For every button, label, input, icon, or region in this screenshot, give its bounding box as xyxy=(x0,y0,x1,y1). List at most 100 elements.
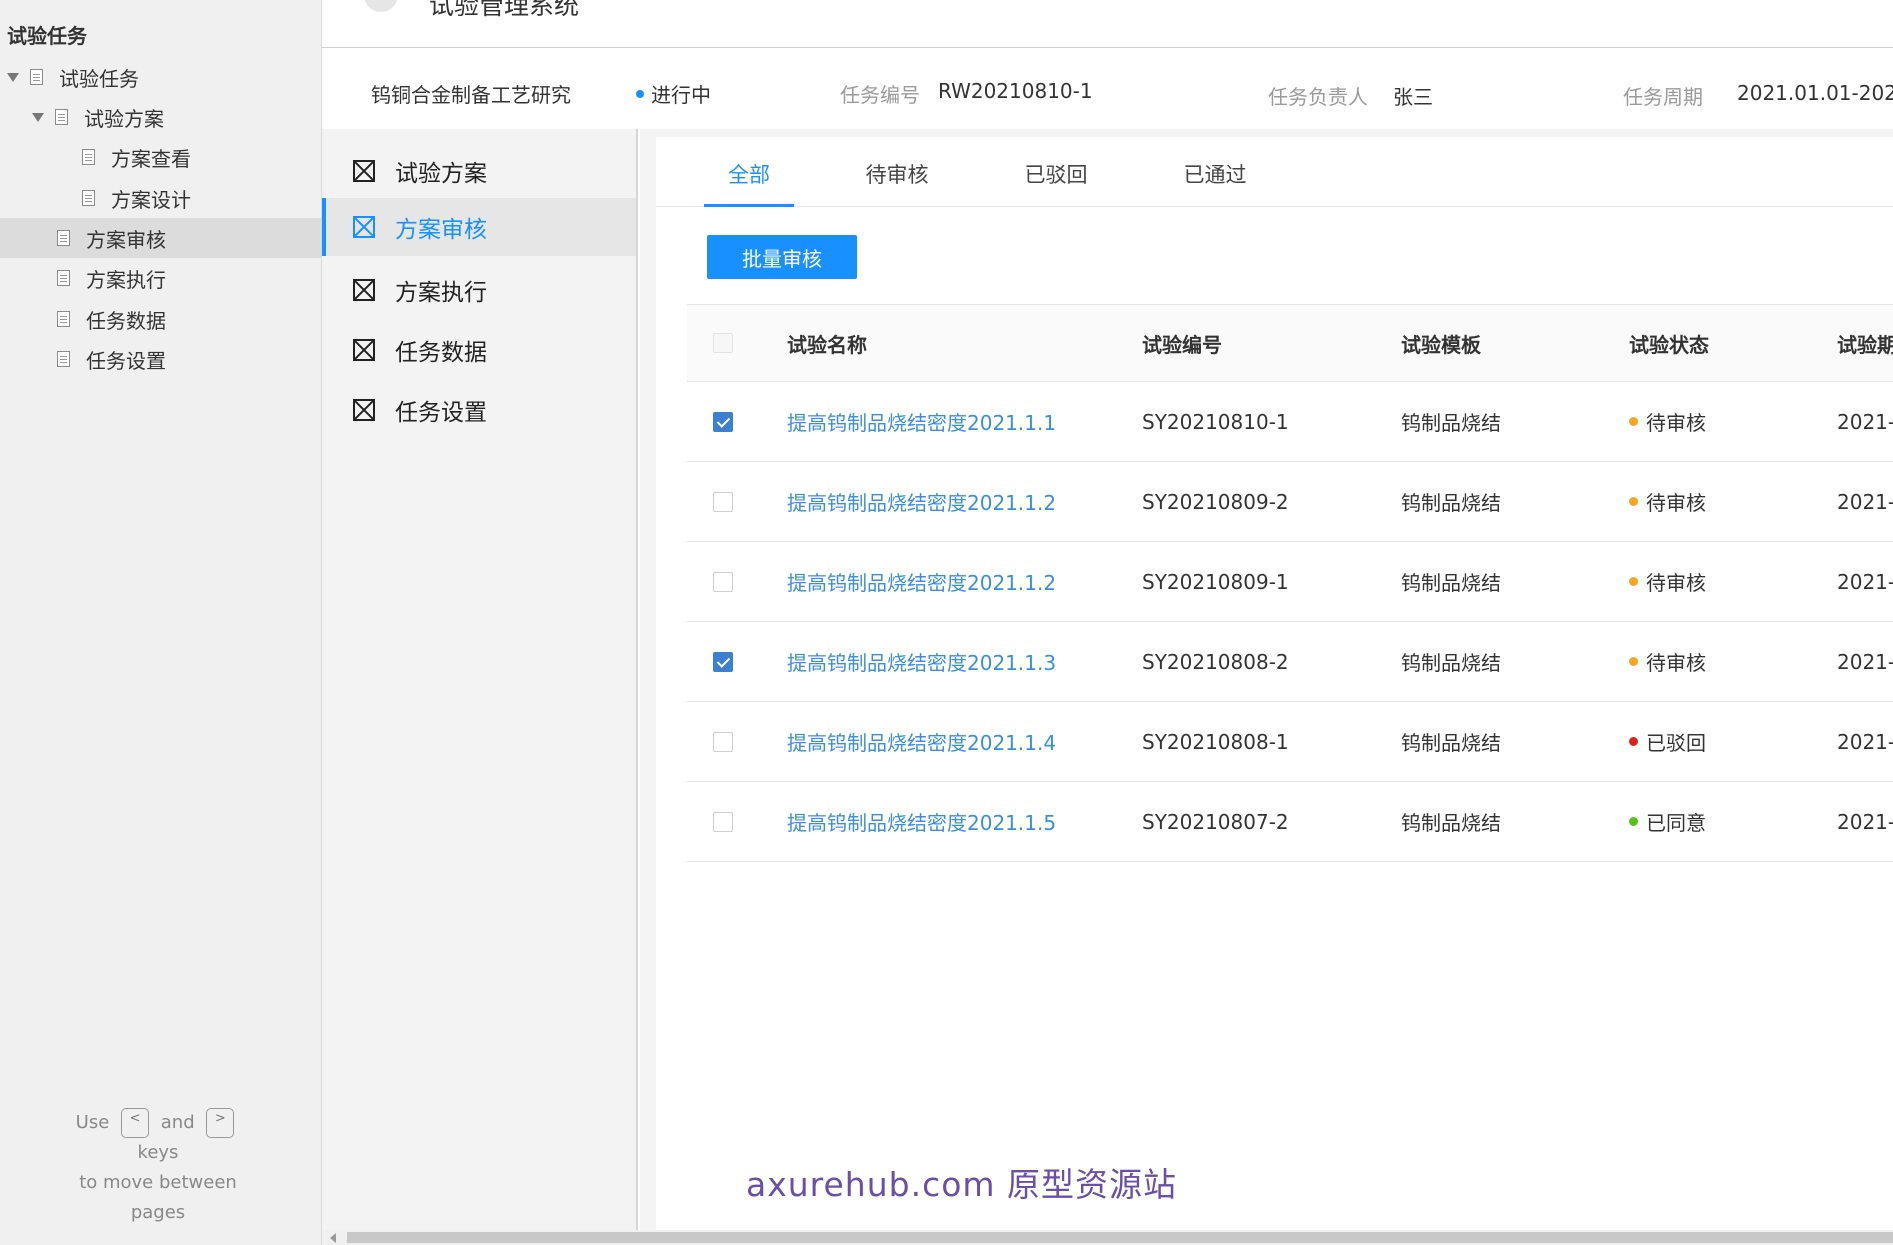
tab-all[interactable]: 全部 xyxy=(704,159,794,207)
status-dot-icon xyxy=(1629,737,1638,746)
tree-item-label: 方案审核 xyxy=(86,227,166,252)
status-cell: 待审核 xyxy=(1629,622,1706,701)
name-cell: 提高钨制品烧结密度2021.1.3 xyxy=(787,622,1056,701)
row-checkbox[interactable] xyxy=(713,811,733,832)
test-name-link[interactable]: 提高钨制品烧结密度2021.1.1 xyxy=(787,407,1056,436)
tree-item-plan-execution[interactable]: 方案执行 xyxy=(0,258,321,298)
review-panel: 全部 待审核 已驳回 已通过 批量审核 试验名称 试验编号 试验模板 试验状态 … xyxy=(656,137,1893,1233)
tree-item-label: 任务设置 xyxy=(86,348,166,373)
test-status: 待审核 xyxy=(1646,571,1706,595)
expand-arrow-icon[interactable] xyxy=(7,72,19,82)
test-date: 2021- xyxy=(1837,569,1893,594)
test-name-link[interactable]: 提高钨制品烧结密度2021.1.5 xyxy=(787,807,1056,836)
row-checkbox[interactable] xyxy=(713,571,733,592)
status-cell: 已驳回 xyxy=(1629,702,1706,781)
watermark: axurehub.com 原型资源站 xyxy=(746,1165,1178,1204)
tree-item-test-plan[interactable]: 试验方案 xyxy=(0,97,321,137)
placeholder-icon xyxy=(353,160,375,182)
tree-item-label: 任务数据 xyxy=(86,308,166,333)
test-date: 2021- xyxy=(1837,809,1893,834)
table-row[interactable]: 提高钨制品烧结密度2021.1.1 SY20210810-1 钨制品烧结 待审核 202… xyxy=(687,382,1893,462)
logo-icon xyxy=(364,0,398,12)
table-row[interactable]: 提高钨制品烧结密度2021.1.2 SY20210809-2 钨制品烧结 待审核 202… xyxy=(687,462,1893,542)
help-text: Use xyxy=(75,1112,110,1133)
status-dot-icon xyxy=(1629,417,1638,426)
menu-item-plan-review[interactable]: 方案审核 xyxy=(322,198,636,256)
table-row[interactable]: 提高钨制品烧结密度2021.1.5 SY20210807-2 钨制品烧结 已同意 202… xyxy=(687,782,1893,862)
tab-pending[interactable]: 待审核 xyxy=(852,159,942,207)
row-checkbox[interactable] xyxy=(713,491,733,512)
test-name-link[interactable]: 提高钨制品烧结密度2021.1.4 xyxy=(787,727,1056,756)
test-template: 钨制品烧结 xyxy=(1401,811,1501,835)
help-text: keys xyxy=(137,1142,179,1163)
task-code: RW20210810-1 xyxy=(938,79,1093,103)
page-tree: 试验任务 试验任务 试验方案 方案查看 方案设计 方案审核 方案执行 任务数据 … xyxy=(0,0,322,1245)
test-template: 钨制品烧结 xyxy=(1401,571,1501,595)
tree-item-label: 方案执行 xyxy=(86,267,166,292)
horizontal-scrollbar[interactable] xyxy=(322,1230,1893,1245)
column-header: 试验状态 xyxy=(1629,332,1709,357)
expand-arrow-icon[interactable] xyxy=(32,112,44,122)
row-checkbox[interactable] xyxy=(713,411,733,432)
menu-item-task-settings[interactable]: 任务设置 xyxy=(322,381,636,439)
tree-item-plan-design[interactable]: 方案设计 xyxy=(0,178,321,218)
module-menu: 试验方案 方案审核 方案执行 任务数据 任务设置 xyxy=(322,129,638,1233)
page-icon xyxy=(55,109,68,125)
name-cell: 提高钨制品烧结密度2021.1.2 xyxy=(787,542,1056,621)
status-cell: 待审核 xyxy=(1629,382,1706,461)
menu-item-test-plan[interactable]: 试验方案 xyxy=(322,142,636,200)
scrollbar-thumb[interactable] xyxy=(347,1232,1893,1243)
column-header: 试验名称 xyxy=(787,332,867,357)
tree-item-test-tasks[interactable]: 试验任务 xyxy=(0,57,321,97)
table-header-row: 试验名称 试验编号 试验模板 试验状态 试验期 xyxy=(687,304,1893,382)
row-checkbox[interactable] xyxy=(713,731,733,752)
menu-item-plan-execution[interactable]: 方案执行 xyxy=(322,261,636,319)
name-cell: 提高钨制品烧结密度2021.1.2 xyxy=(787,462,1056,541)
test-table: 试验名称 试验编号 试验模板 试验状态 试验期 提高钨制品烧结密度2021.1.… xyxy=(687,304,1893,862)
status-cell: 已同意 xyxy=(1629,782,1706,861)
test-name-link[interactable]: 提高钨制品烧结密度2021.1.2 xyxy=(787,567,1056,596)
page-icon xyxy=(82,149,95,165)
select-all-checkbox[interactable] xyxy=(713,333,733,353)
batch-review-button[interactable]: 批量审核 xyxy=(707,235,857,279)
task-period-label: 任务周期 xyxy=(1623,85,1703,109)
test-name-link[interactable]: 提高钨制品烧结密度2021.1.2 xyxy=(787,487,1056,516)
table-row[interactable]: 提高钨制品烧结密度2021.1.4 SY20210808-1 钨制品烧结 已驳回 202… xyxy=(687,702,1893,782)
help-text: to move between xyxy=(79,1172,237,1193)
test-template: 钨制品烧结 xyxy=(1401,651,1501,675)
column-header: 试验模板 xyxy=(1401,332,1481,357)
task-info-bar: 钨铜合金制备工艺研究 进行中 任务编号 RW20210810-1 任务负责人 张… xyxy=(322,49,1893,129)
tree-item-task-data[interactable]: 任务数据 xyxy=(0,299,321,339)
row-check-cell xyxy=(713,462,733,541)
tab-rejected[interactable]: 已驳回 xyxy=(1011,159,1101,207)
system-title: 试验管理系统 xyxy=(429,0,580,20)
tree-item-plan-review[interactable]: 方案审核 xyxy=(0,218,321,258)
test-template: 钨制品烧结 xyxy=(1401,491,1501,515)
scroll-left-icon[interactable] xyxy=(330,1233,336,1243)
test-template: 钨制品烧结 xyxy=(1401,731,1501,755)
tree-item-task-settings[interactable]: 任务设置 xyxy=(0,339,321,379)
menu-item-label: 任务数据 xyxy=(395,340,487,366)
menu-item-label: 方案审核 xyxy=(395,217,487,243)
table-row[interactable]: 提高钨制品烧结密度2021.1.3 SY20210808-2 钨制品烧结 待审核 202… xyxy=(687,622,1893,702)
page-icon xyxy=(57,311,70,327)
tree-item-label: 试验任务 xyxy=(59,66,139,91)
table-row[interactable]: 提高钨制品烧结密度2021.1.2 SY20210809-1 钨制品烧结 待审核 202… xyxy=(687,542,1893,622)
test-name-link[interactable]: 提高钨制品烧结密度2021.1.3 xyxy=(787,647,1056,676)
test-status: 待审核 xyxy=(1646,411,1706,435)
task-owner-label: 任务负责人 xyxy=(1268,85,1368,109)
test-status: 待审核 xyxy=(1646,651,1706,675)
tree-item-plan-view[interactable]: 方案查看 xyxy=(0,137,321,177)
help-text: and xyxy=(160,1112,195,1133)
placeholder-icon xyxy=(353,339,375,361)
tree-item-label: 方案设计 xyxy=(111,187,191,212)
tab-approved[interactable]: 已通过 xyxy=(1170,159,1260,207)
row-checkbox[interactable] xyxy=(713,651,733,672)
status-dot-icon xyxy=(1629,657,1638,666)
status-dot-icon xyxy=(1629,817,1638,826)
keyboard-help: Use < and > keys to move between pages xyxy=(40,1108,276,1228)
test-date: 2021- xyxy=(1837,649,1893,674)
task-owner: 张三 xyxy=(1393,85,1433,109)
tree-item-label: 试验方案 xyxy=(84,106,164,131)
menu-item-task-data[interactable]: 任务数据 xyxy=(322,321,636,379)
